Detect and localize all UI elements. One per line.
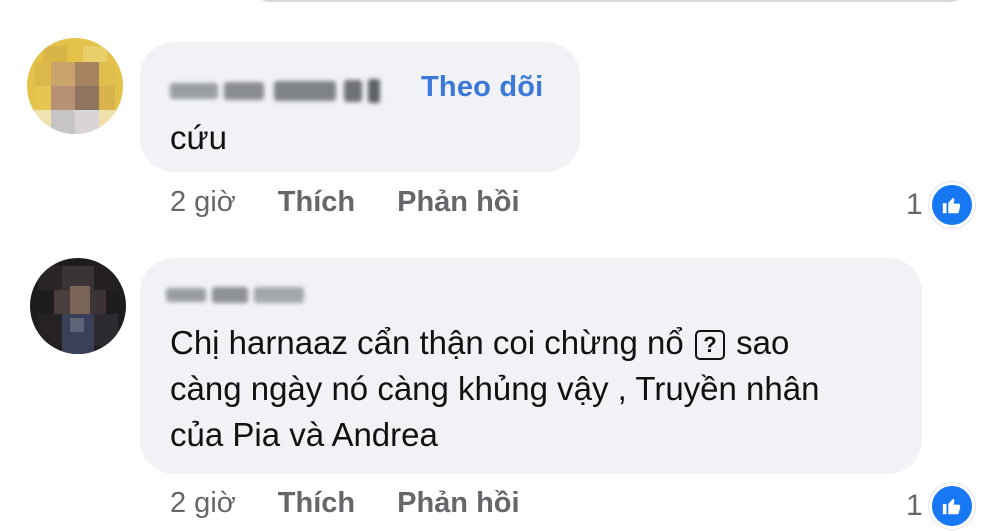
follow-link[interactable]: Theo dõi (421, 71, 543, 104)
comment-text: Chị harnaaz cẩn thận coi chừng nổ ? sao … (170, 320, 819, 458)
comment-timestamp[interactable]: 2 giờ (170, 487, 236, 520)
comment-thread: Theo dõi cứu 2 giờ Thích Phản hồi 1 Chị … (0, 0, 1000, 531)
like-action-button[interactable]: Thích (278, 186, 355, 219)
reaction-count: 1 (906, 489, 923, 522)
avatar[interactable] (30, 258, 126, 354)
comment-bubble: Chị harnaaz cẩn thận coi chừng nổ ? sao … (140, 258, 922, 474)
comment-text-line-1: Chị harnaaz cẩn thận coi chừng nổ ? sao (170, 320, 819, 366)
comment-actions: 2 giờ Thích Phản hồi (170, 186, 562, 219)
comment-actions: 2 giờ Thích Phản hồi (170, 487, 562, 520)
like-action-button[interactable]: Thích (278, 487, 355, 520)
reaction-summary[interactable]: 1 (906, 182, 975, 228)
comment-text-line-3: của Pia và Andrea (170, 416, 438, 453)
reaction-summary[interactable]: 1 (906, 483, 975, 529)
avatar-image (30, 258, 126, 354)
comment-bubble: Theo dõi cứu (140, 42, 580, 172)
reply-action-button[interactable]: Phản hồi (397, 186, 519, 219)
like-icon (928, 483, 975, 529)
avatar[interactable] (27, 38, 123, 134)
comment-text-line-1-start: Chị harnaaz cẩn thận coi chừng nổ (170, 324, 684, 361)
author-name-blurred[interactable] (170, 76, 380, 106)
comment-timestamp[interactable]: 2 giờ (170, 186, 236, 219)
missing-emoji-glyph: ? (694, 330, 725, 360)
comment-text: cứu (170, 119, 227, 156)
reaction-count: 1 (906, 188, 923, 221)
author-name-blurred[interactable] (166, 282, 304, 308)
comment-text-line-2: càng ngày nó càng khủng vậy , Truyền nhâ… (170, 370, 820, 407)
reply-action-button[interactable]: Phản hồi (397, 487, 519, 520)
like-icon (928, 182, 975, 228)
comment-text-line-1-end: sao (736, 324, 790, 361)
avatar-image (27, 38, 123, 134)
